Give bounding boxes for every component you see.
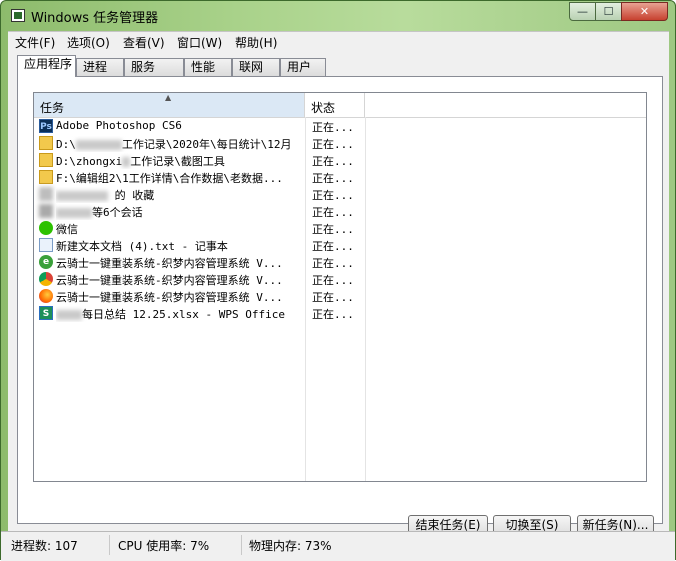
maximize-button[interactable]: ☐ [595,2,622,21]
list-item[interactable]: F:\编辑组2\1工作详情\合作数据\老数据... 正在... [34,169,646,186]
status-divider [109,535,110,555]
list-item[interactable]: D:\zhongxi 工作记录\截图工具 正在... [34,152,646,169]
column-header-status[interactable]: 状态 [305,93,365,117]
task-name: D:\zhongxi 工作记录\截图工具 [56,155,225,168]
menu-help[interactable]: 帮助(H) [235,34,277,51]
applications-panel: ▲ 任务 状态 Ps Adobe Photoshop CS6 正在... D:\… [17,76,663,536]
task-name: 的 收藏 [56,187,299,203]
task-name: 云骑士一键重装系统-织梦内容管理系统 V... [56,291,283,304]
list-item[interactable]: 的 收藏 正在... [34,186,646,203]
task-name: 云骑士一键重装系统-织梦内容管理系统 V... [56,274,283,287]
list-item[interactable]: 云骑士一键重装系统-织梦内容管理系统 V... 正在... [34,288,646,305]
notepad-icon [39,238,53,252]
list-item[interactable]: e 云骑士一键重装系统-织梦内容管理系统 V... 正在... [34,254,646,271]
task-status: 正在... [312,240,354,253]
task-status: 正在... [312,274,354,287]
status-divider [241,535,242,555]
ie-icon: e [39,255,53,269]
redacted-text [75,140,122,150]
menu-view[interactable]: 查看(V) [123,34,165,51]
menu-window[interactable]: 窗口(W) [177,34,222,51]
tab-applications[interactable]: 应用程序 [17,55,76,77]
list-item[interactable]: 微信 正在... [34,220,646,237]
minimize-button[interactable]: — [569,2,596,21]
blurred-icon [39,187,53,201]
list-item[interactable]: D:\ 工作记录\2020年\每日统计\12月 正在... [34,135,646,152]
task-name: D:\ 工作记录\2020年\每日统计\12月 [56,138,292,151]
task-status: 正在... [312,189,354,202]
list-item[interactable]: S 每日总结 12.25.xlsx - WPS Office 正在... [34,305,646,322]
task-status: 正在... [312,172,354,185]
window-title: Windows 任务管理器 [31,11,159,26]
list-header: ▲ 任务 状态 [34,93,646,118]
task-status: 正在... [312,291,354,304]
tab-performance[interactable]: 性能 [184,58,232,76]
blurred-icon [39,204,53,218]
title-bar[interactable]: Windows 任务管理器 — ☐ ✕ [1,1,675,31]
memory-usage: 物理内存: 73% [249,539,332,553]
redacted-text [56,191,108,201]
task-status: 正在... [312,308,354,321]
wechat-icon [39,221,53,235]
menu-bar: 文件(F) 选项(O) 查看(V) 窗口(W) 帮助(H) [8,31,669,52]
task-name: 每日总结 12.25.xlsx - WPS Office [56,306,299,322]
redacted-text [122,157,131,167]
task-name: 新建文本文档 (4).txt - 记事本 [56,240,228,253]
task-name: 云骑士一键重装系统-织梦内容管理系统 V... [56,257,283,270]
firefox-icon [39,289,53,303]
folder-icon [39,136,53,150]
list-item[interactable]: 等6个会话 正在... [34,203,646,220]
chrome-icon [39,272,53,286]
tab-processes[interactable]: 进程 [76,58,124,76]
task-name: 等6个会话 [56,204,299,220]
menu-options[interactable]: 选项(O) [67,34,110,51]
task-status: 正在... [312,206,354,219]
wps-icon: S [39,306,53,320]
list-item[interactable]: 新建文本文档 (4).txt - 记事本 正在... [34,237,646,254]
redacted-text [56,208,92,218]
folder-icon [39,170,53,184]
client-area: 应用程序 进程 服务 性能 联网 用户 ▲ 任务 状态 Ps Adobe Pho… [8,51,669,536]
close-button[interactable]: ✕ [621,2,668,21]
sort-ascending-icon: ▲ [165,93,172,102]
task-name: F:\编辑组2\1工作详情\合作数据\老数据... [56,172,283,185]
task-status: 正在... [312,138,354,151]
list-item[interactable]: Ps Adobe Photoshop CS6 正在... [34,118,646,135]
redacted-text [56,310,82,320]
photoshop-icon: Ps [39,119,53,133]
list-item[interactable]: 云骑士一键重装系统-织梦内容管理系统 V... 正在... [34,271,646,288]
tab-networking[interactable]: 联网 [232,58,280,76]
folder-icon [39,153,53,167]
task-status: 正在... [312,121,354,134]
task-status: 正在... [312,155,354,168]
process-count: 进程数: 107 [11,539,78,553]
task-manager-window: Windows 任务管理器 — ☐ ✕ 文件(F) 选项(O) 查看(V) 窗口… [0,0,676,561]
task-status: 正在... [312,223,354,236]
task-status: 正在... [312,257,354,270]
task-name: 微信 [56,223,78,236]
tab-services[interactable]: 服务 [124,58,184,76]
task-list[interactable]: ▲ 任务 状态 Ps Adobe Photoshop CS6 正在... D:\… [33,92,647,482]
task-manager-icon [11,9,25,22]
task-name: Adobe Photoshop CS6 [56,119,182,132]
column-header-task[interactable]: ▲ 任务 [34,93,305,117]
tab-users[interactable]: 用户 [280,58,326,76]
cpu-usage: CPU 使用率: 7% [118,539,210,553]
status-bar: 进程数: 107 CPU 使用率: 7% 物理内存: 73% [1,531,675,561]
menu-file[interactable]: 文件(F) [15,34,55,51]
column-header-empty [365,93,646,117]
column-header-task-label: 任务 [40,101,65,115]
